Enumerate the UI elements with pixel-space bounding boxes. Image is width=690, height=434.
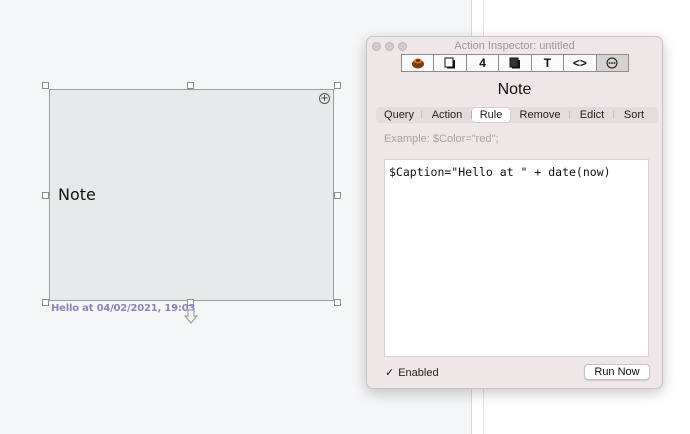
link-arrow-down-icon[interactable] (184, 309, 198, 325)
example-hint: Example: $Color="red"; (384, 133, 499, 145)
titlebar[interactable]: Action Inspector: untitled (367, 37, 662, 55)
rule-code[interactable]: $Caption="Hello at " + date(now) (389, 165, 611, 179)
action-inspector-window[interactable]: Action Inspector: untitled 4 T <> Note Q… (366, 36, 663, 389)
toolbar-button-html[interactable]: <> (564, 55, 597, 71)
checkmark-icon[interactable]: ✓ (385, 366, 394, 379)
toolbar-button-actions[interactable] (596, 55, 628, 71)
prototype-icon (411, 58, 424, 69)
action-icon (606, 57, 618, 69)
resize-handle-top-right[interactable] (334, 82, 341, 89)
note-caption: Hello at 04/02/2021, 19:03 (51, 303, 196, 314)
note-title: Note (58, 185, 96, 204)
tab-edict[interactable]: Edict (570, 108, 614, 122)
toolbar-button-note[interactable] (434, 55, 467, 71)
add-child-icon[interactable]: + (319, 93, 330, 104)
code-icon: <> (572, 56, 587, 70)
enabled-label: Enabled (398, 366, 439, 379)
resize-handle-right[interactable] (334, 192, 341, 199)
tab-sort[interactable]: Sort (614, 108, 654, 122)
rule-editor[interactable]: $Caption="Hello at " + date(now) (384, 159, 649, 357)
inspector-heading: Note (497, 81, 532, 98)
resize-handle-bottom-left[interactable] (42, 299, 49, 306)
appearance-icon (509, 57, 520, 69)
tab-action[interactable]: Action (422, 108, 472, 122)
text-icon: T (543, 56, 552, 70)
resize-handle-left[interactable] (42, 192, 49, 199)
tab-remove[interactable]: Remove (510, 108, 570, 122)
tab-query[interactable]: Query (376, 108, 422, 122)
inspector-toolbar: 4 T <> (401, 54, 629, 72)
window-title: Action Inspector: untitled (454, 40, 575, 52)
count-icon: 4 (479, 56, 486, 70)
inspector-tabs: Query Action Rule Remove Edict Sort (376, 107, 658, 123)
resize-handle-top[interactable] (187, 82, 194, 89)
tab-rule[interactable]: Rule (472, 108, 510, 122)
toolbar-button-text[interactable]: T (532, 55, 565, 71)
run-now-button[interactable]: Run Now (584, 364, 650, 380)
enabled-checkbox[interactable]: ✓ Enabled (385, 366, 439, 380)
toolbar-button-count[interactable]: 4 (467, 55, 500, 71)
note-box[interactable]: Note + (49, 89, 334, 301)
resize-handle-top-left[interactable] (42, 82, 49, 89)
toolbar-button-appearance[interactable] (499, 55, 532, 71)
resize-handle-bottom-right[interactable] (334, 299, 341, 306)
note-icon (444, 57, 456, 69)
toolbar-button-prototype[interactable] (402, 55, 435, 71)
